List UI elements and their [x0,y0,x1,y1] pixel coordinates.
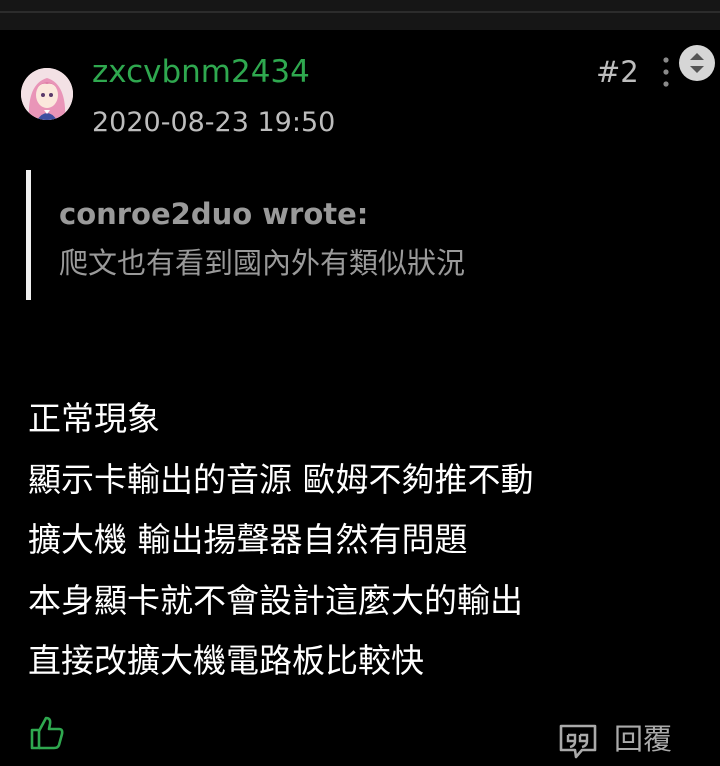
up-down-arrows-icon [690,53,704,73]
content-line: 顯示卡輸出的音源 歐姆不夠推不動 [28,459,534,499]
thumbs-up-icon [30,716,64,750]
username-link[interactable]: zxcvbnm2434 [92,52,310,92]
quote-block: conroe2duo wrote: 爬文也有看到國內外有類似狀況 [26,170,691,300]
content-line: 本身顯卡就不會設計這麼大的輸出 [28,580,523,620]
content-line: 擴大機 輸出揚聲器自然有問題 [28,520,468,559]
floor-number: #2 [596,55,639,89]
post-content: 正常現象 顯示卡輸出的音源 歐姆不夠推不動 擴大機 輸出揚聲器自然有問題 本身顯… [28,389,708,692]
top-bar [0,0,720,30]
like-button[interactable] [28,712,68,752]
quote-reply-button[interactable] [558,722,598,760]
content-line: 正常現象 [28,399,160,438]
post-timestamp: 2020-08-23 19:50 [92,107,336,138]
quote-text: 爬文也有看到國內外有類似狀況 [59,246,466,280]
quote-author: conroe2duo wrote: [59,197,369,231]
top-divider [0,11,720,13]
avatar[interactable] [21,68,73,120]
quote-reply-icon [559,724,597,759]
reply-button[interactable]: 回覆 [614,718,672,760]
content-line: 直接改擴大機電路板比較快 [28,641,424,680]
scroll-toggle-button[interactable] [679,45,715,81]
more-options-icon[interactable] [660,56,672,88]
